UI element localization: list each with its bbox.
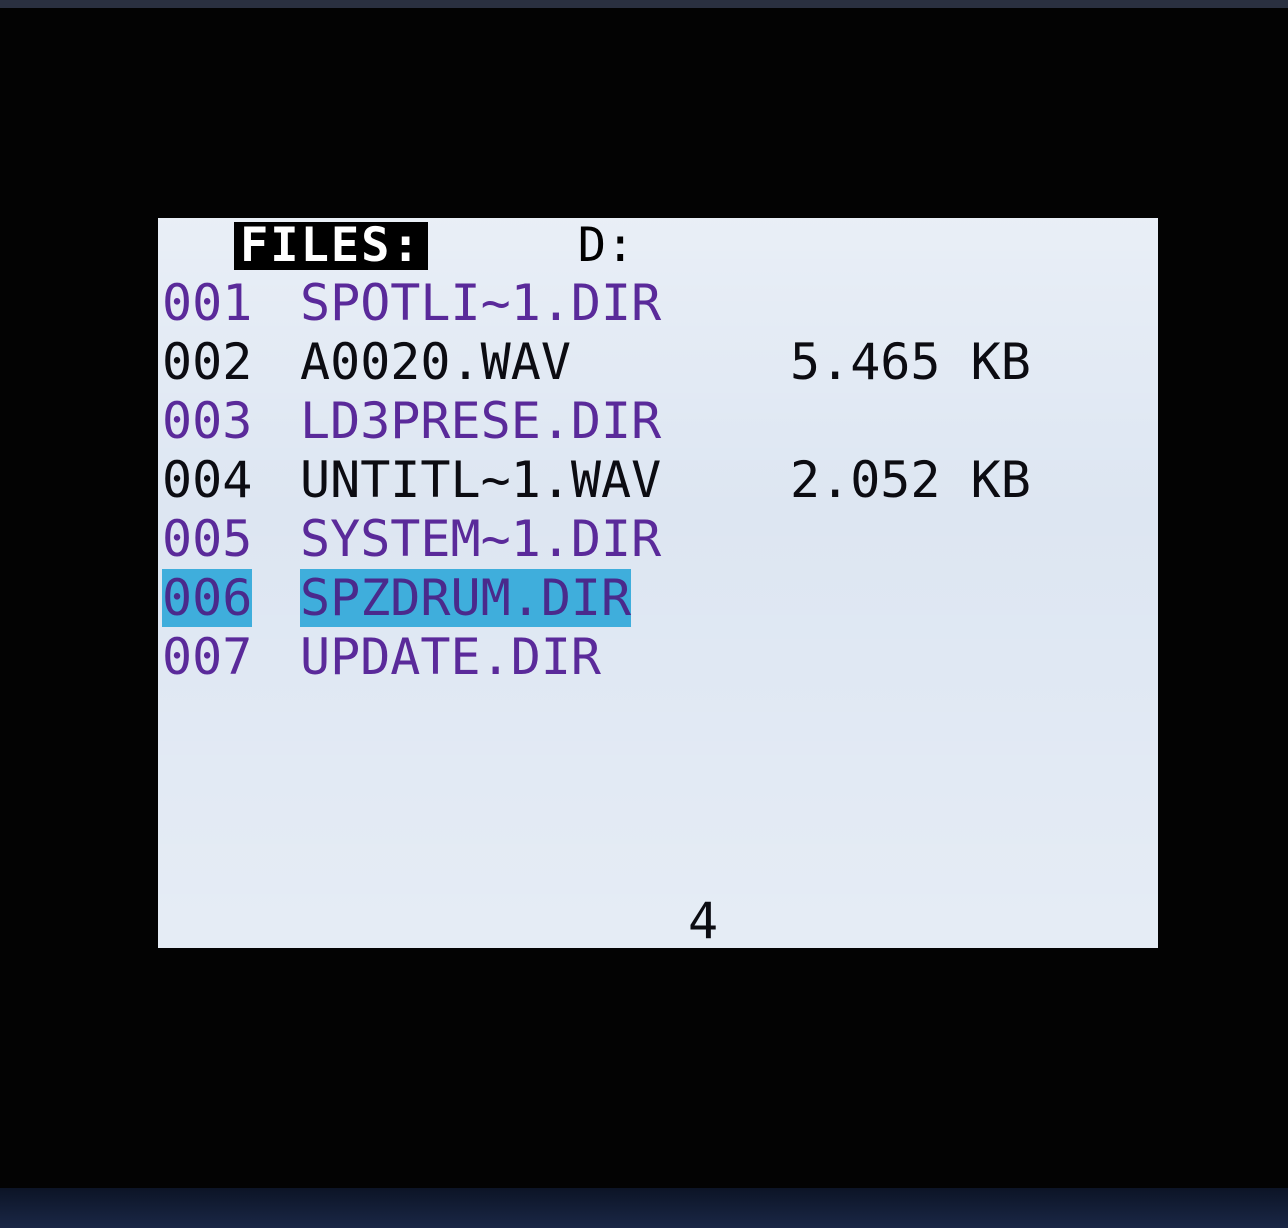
file-row-001[interactable]: 001 SPOTLI~1.DIR bbox=[162, 274, 1152, 333]
file-number: 007 bbox=[162, 628, 253, 686]
file-list: 001 SPOTLI~1.DIR 002 A0020.WAV 5.465 KB … bbox=[162, 274, 1152, 687]
file-size: 2.052 KB bbox=[790, 451, 1031, 509]
screen-header: FILES: D: bbox=[234, 220, 634, 272]
file-size: 5.465 KB bbox=[790, 333, 1031, 391]
file-number: 004 bbox=[162, 451, 253, 509]
page-number: 4 bbox=[688, 892, 719, 948]
file-number: 001 bbox=[162, 274, 253, 332]
device-bezel: FILES: D: 001 SPOTLI~1.DIR 002 A0020.WAV… bbox=[0, 0, 1288, 1228]
file-name: LD3PRESE.DIR bbox=[300, 392, 662, 450]
file-name: A0020.WAV bbox=[300, 333, 571, 391]
drive-label: D: bbox=[577, 218, 635, 273]
file-row-004[interactable]: 004 UNTITL~1.WAV 2.052 KB bbox=[162, 451, 1152, 510]
file-number: 006 bbox=[162, 569, 253, 627]
file-name: SYSTEM~1.DIR bbox=[300, 510, 662, 568]
file-number: 003 bbox=[162, 392, 253, 450]
files-title: FILES: bbox=[234, 222, 428, 270]
file-row-002[interactable]: 002 A0020.WAV 5.465 KB bbox=[162, 333, 1152, 392]
file-row-006-selected[interactable]: 006 SPZDRUM.DIR bbox=[162, 569, 1152, 628]
file-number: 005 bbox=[162, 510, 253, 568]
file-name: SPOTLI~1.DIR bbox=[300, 274, 662, 332]
lcd-screen: FILES: D: 001 SPOTLI~1.DIR 002 A0020.WAV… bbox=[158, 218, 1158, 948]
file-name: SPZDRUM.DIR bbox=[300, 569, 632, 627]
device-top-edge bbox=[0, 0, 1288, 8]
file-row-003[interactable]: 003 LD3PRESE.DIR bbox=[162, 392, 1152, 451]
file-number: 002 bbox=[162, 333, 253, 391]
device-bottom-edge bbox=[0, 1188, 1288, 1228]
file-name: UNTITL~1.WAV bbox=[300, 451, 662, 509]
file-name: UPDATE.DIR bbox=[300, 628, 602, 686]
file-row-005[interactable]: 005 SYSTEM~1.DIR bbox=[162, 510, 1152, 569]
file-row-007[interactable]: 007 UPDATE.DIR bbox=[162, 628, 1152, 687]
